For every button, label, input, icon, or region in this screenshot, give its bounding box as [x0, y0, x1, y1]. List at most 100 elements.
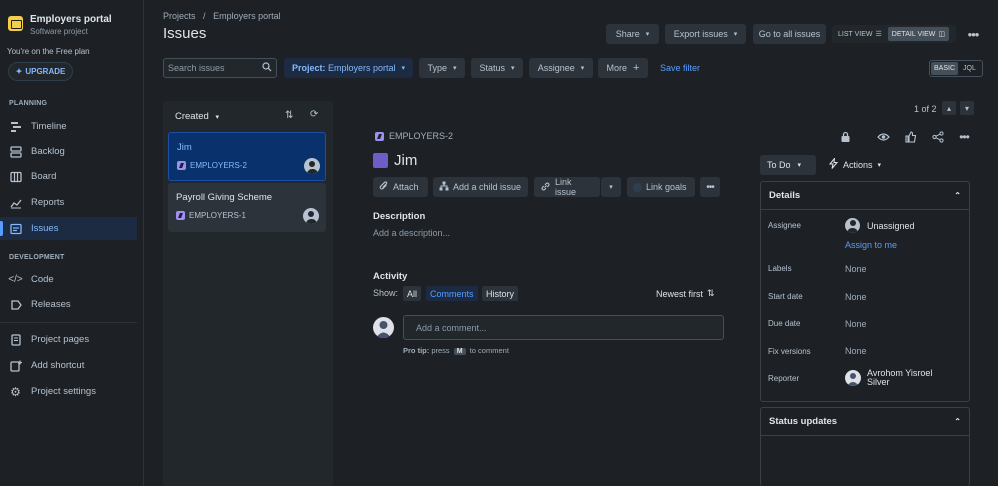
go-to-all-issues-button[interactable]: Go to all issues	[753, 24, 826, 44]
comment-input[interactable]: Add a comment...	[403, 315, 724, 340]
more-actions-button[interactable]: •••	[963, 25, 983, 43]
jql-button[interactable]: JQL	[960, 62, 979, 75]
sort-dropdown[interactable]: Created ▾	[175, 111, 219, 122]
assignee-avatar	[845, 218, 860, 233]
assign-to-me-link[interactable]: Assign to me	[845, 240, 897, 250]
more-actions-button[interactable]: •••	[700, 177, 720, 197]
like-icon[interactable]	[902, 128, 920, 146]
breadcrumb: Projects / Employers portal	[163, 11, 281, 21]
user-avatar	[373, 317, 394, 338]
link-issue-button[interactable]: Link issue	[534, 177, 600, 197]
type-filter[interactable]: Type ▾	[419, 58, 465, 78]
epic-icon	[176, 211, 185, 220]
add-child-label: Add a child issue	[453, 182, 522, 192]
attach-button[interactable]: Attach	[373, 177, 428, 197]
sidebar-item-label: Code	[31, 274, 54, 285]
share-icon[interactable]	[929, 128, 947, 146]
fix-versions-value[interactable]: None	[845, 346, 867, 356]
view-toggle: LIST VIEW ☰ DETAIL VIEW ◫	[832, 25, 956, 43]
assignee-value[interactable]: Unassigned	[867, 221, 915, 231]
sidebar-item-backlog[interactable]: Backlog	[0, 140, 137, 163]
due-date-value[interactable]: None	[845, 319, 867, 329]
share-button[interactable]: Share ▾	[606, 24, 659, 44]
link-issue-dropdown[interactable]: ▾	[601, 177, 621, 197]
status-filter[interactable]: Status ▾	[471, 58, 523, 78]
chevron-down-icon: ▾	[215, 114, 219, 121]
chevron-down-icon: ▾	[453, 65, 457, 72]
settings-icon: ⚙	[10, 384, 21, 399]
search-input[interactable]: Search issues	[163, 58, 277, 78]
project-name[interactable]: Employers portal	[30, 14, 112, 25]
chevron-down-icon: ▾	[511, 65, 515, 72]
details-header[interactable]: Details ⌃	[761, 182, 969, 210]
issue-summary[interactable]: Jim	[394, 152, 417, 169]
add-child-issue-button[interactable]: Add a child issue	[433, 177, 528, 197]
reporter-value[interactable]: Avrohom Yisroel Silver	[867, 369, 932, 387]
sparkle-icon: ✦	[15, 67, 23, 76]
list-item[interactable]: Jim EMPLOYERS-2	[168, 132, 326, 181]
export-issues-button[interactable]: Export issues ▾	[665, 24, 746, 44]
pages-icon	[9, 333, 22, 346]
more-filter[interactable]: More +	[598, 58, 648, 78]
hierarchy-icon	[439, 181, 449, 193]
sidebar-item-releases[interactable]: Releases	[0, 293, 137, 316]
sort-order-icon[interactable]: ⇅	[285, 110, 293, 121]
labels-value[interactable]: None	[845, 264, 867, 274]
sidebar-item-add-shortcut[interactable]: Add shortcut	[0, 354, 137, 377]
activity-filter-comments[interactable]: Comments	[426, 286, 478, 301]
assignee-filter-label: Assignee	[537, 63, 575, 73]
project-filter[interactable]: Project: Employers portal ▾	[284, 58, 413, 78]
sidebar-item-code[interactable]: </> Code	[0, 268, 137, 291]
save-filter-button[interactable]: Save filter	[660, 63, 700, 73]
reporter-label: Reporter	[768, 374, 800, 383]
status-updates-header[interactable]: Status updates ⌃	[761, 408, 969, 436]
chevron-up-icon: ⌃	[954, 417, 961, 426]
status-dropdown[interactable]: To Do ▾	[760, 155, 816, 175]
goal-icon	[633, 182, 642, 192]
breadcrumb-current[interactable]: Employers portal	[213, 11, 281, 21]
chevron-down-icon: ▾	[609, 184, 613, 191]
pro-tip-key: M	[453, 348, 466, 355]
backlog-icon	[9, 145, 22, 158]
activity-filter-all[interactable]: All	[403, 286, 422, 301]
upgrade-label: UPGRADE	[25, 67, 66, 76]
detail-view-button[interactable]: DETAIL VIEW ◫	[887, 27, 949, 41]
sidebar-item-reports[interactable]: Reports	[0, 191, 137, 214]
activity-filter-history[interactable]: History	[482, 286, 519, 301]
status-updates-panel: Status updates ⌃	[760, 407, 970, 486]
previous-issue-button[interactable]: ▴	[942, 101, 956, 115]
assignee-filter[interactable]: Assignee ▾	[529, 58, 593, 78]
description-field[interactable]: Add a description...	[373, 228, 450, 238]
watch-icon[interactable]	[874, 128, 892, 146]
more-actions-icon[interactable]: •••	[955, 128, 973, 146]
sidebar-item-label: Project pages	[31, 334, 90, 345]
detail-view-label: DETAIL VIEW	[891, 30, 936, 38]
activity-sort-button[interactable]: Newest first ⇅	[656, 288, 715, 299]
list-item[interactable]: Payroll Giving Scheme EMPLOYERS-1	[168, 183, 326, 232]
sidebar-item-timeline[interactable]: Timeline	[0, 115, 137, 138]
issue-key: EMPLOYERS-2	[177, 161, 247, 170]
sidebar-item-issues[interactable]: Issues	[0, 217, 137, 240]
breadcrumb-projects[interactable]: Projects	[163, 11, 196, 21]
sidebar-item-board[interactable]: Board	[0, 165, 137, 188]
issue-title: Payroll Giving Scheme	[176, 192, 273, 203]
list-view-button[interactable]: LIST VIEW ☰	[834, 27, 886, 41]
link-issue-label: Link issue	[555, 177, 577, 197]
chevron-down-icon: ▾	[797, 162, 802, 169]
sidebar-item-project-settings[interactable]: ⚙ Project settings	[0, 380, 137, 403]
chevron-up-icon: ▴	[946, 103, 951, 113]
labels-label: Labels	[768, 264, 792, 273]
actions-dropdown[interactable]: Actions ▾	[828, 156, 882, 171]
sidebar-item-project-pages[interactable]: Project pages	[0, 328, 137, 351]
detail-issue-key[interactable]: EMPLOYERS-2	[389, 131, 453, 141]
refresh-icon[interactable]: ⟳	[310, 109, 318, 120]
next-issue-button[interactable]: ▾	[960, 101, 974, 115]
releases-icon	[9, 298, 22, 311]
sidebar-item-label: Releases	[31, 299, 71, 310]
start-date-value[interactable]: None	[845, 292, 867, 302]
upgrade-button[interactable]: ✦ UPGRADE	[8, 62, 73, 81]
chevron-down-icon: ▾	[877, 161, 882, 169]
lock-icon[interactable]	[836, 128, 854, 146]
basic-button[interactable]: BASIC	[931, 62, 959, 75]
link-goals-button[interactable]: Link goals	[627, 177, 695, 197]
